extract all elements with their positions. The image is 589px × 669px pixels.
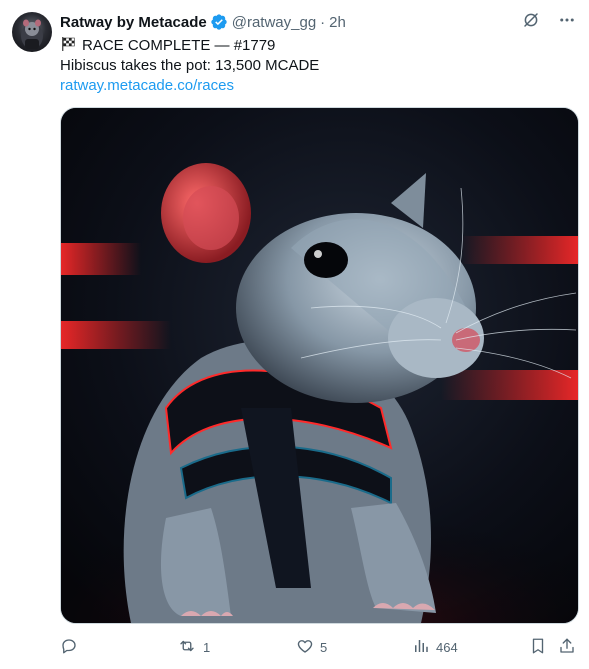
reply-icon (60, 637, 78, 658)
retweet-button[interactable]: 1 (177, 636, 210, 658)
tweet-text: RACE COMPLETE — #1779 Hibiscus takes the… (60, 36, 570, 96)
share-icon (558, 637, 576, 658)
author-handle[interactable]: @ratway_gg (232, 14, 316, 31)
bookmark-icon (529, 637, 547, 658)
avatar[interactable] (12, 12, 52, 52)
like-button[interactable]: 5 (296, 636, 327, 658)
tweet-header: Ratway by Metacade @ratway_gg · 2h (60, 12, 580, 32)
retweet-count: 1 (203, 639, 211, 655)
grok-icon[interactable] (521, 10, 541, 30)
share-button[interactable] (558, 636, 576, 658)
views-button[interactable]: 464 (412, 636, 458, 658)
separator-dot: · (320, 13, 326, 31)
more-options-icon[interactable] (557, 10, 577, 30)
reply-button[interactable] (60, 636, 84, 658)
timestamp[interactable]: 2h (329, 14, 346, 31)
retweet-icon (177, 637, 197, 658)
views-chart-icon (412, 637, 430, 658)
tweet-actions: 1 5 464 (60, 636, 580, 658)
tweet-card[interactable]: Ratway by Metacade @ratway_gg · 2h RACE … (0, 0, 589, 669)
verified-badge-icon (210, 13, 228, 31)
like-count: 5 (320, 639, 328, 655)
race-link[interactable]: ratway.metacade.co/races (60, 77, 234, 94)
tweet-image[interactable] (60, 107, 579, 624)
heart-icon (296, 637, 314, 658)
tweet-line-1-text: RACE COMPLETE — #1779 (82, 37, 276, 54)
tweet-line-1: RACE COMPLETE — #1779 (60, 36, 570, 56)
bookmark-button[interactable] (529, 636, 547, 658)
views-count: 464 (436, 639, 458, 655)
checkered-flag-icon (60, 36, 76, 58)
header-actions (521, 10, 577, 30)
tweet-line-2: Hibiscus takes the pot: 13,500 MCADE (60, 57, 320, 74)
author-name[interactable]: Ratway by Metacade (60, 14, 207, 31)
